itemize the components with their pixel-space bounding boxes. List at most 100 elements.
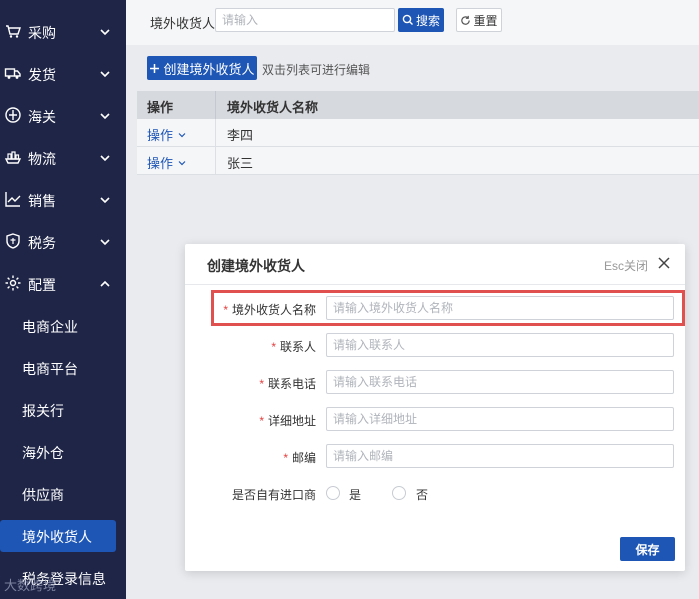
sidebar-item-label: 物流 (28, 151, 56, 167)
save-button[interactable]: 保存 (620, 537, 675, 561)
gear-icon (5, 275, 21, 291)
search-bar: 境外收货人 搜索 重置 (126, 0, 699, 45)
table-row[interactable]: 操作 张三 (137, 147, 699, 175)
sidebar-subitem-overseas-warehouse[interactable]: 海外仓 (0, 431, 126, 473)
sidebar-item-shipping[interactable]: 发货 (0, 53, 126, 95)
create-consignee-button[interactable]: 创建境外收货人 (147, 56, 257, 80)
field-label-own-importer: 是否自有进口商 (231, 488, 316, 502)
field-label-contact: * 联系人 (271, 338, 316, 355)
truck-icon (4, 68, 21, 79)
column-divider (215, 147, 216, 175)
sidebar-subitem-ecommerce-company[interactable]: 电商企业 (0, 305, 126, 347)
field-label-postcode: * 邮编 (283, 449, 316, 466)
search-label: 境外收货人 (150, 16, 216, 31)
address-input[interactable] (326, 407, 674, 431)
chevron-down-icon (100, 71, 110, 78)
chevron-down-icon (100, 29, 110, 36)
sidebar-item-label: 销售 (28, 193, 56, 209)
sidebar-item-label: 发货 (28, 67, 56, 83)
sidebar-subitem-ecommerce-platform[interactable]: 电商平台 (0, 347, 126, 389)
reset-button[interactable]: 重置 (456, 8, 502, 32)
field-label-phone: * 联系电话 (259, 375, 316, 392)
required-mark: * (271, 340, 276, 354)
sidebar-item-label: 税务 (28, 235, 56, 251)
field-label-text: 邮编 (291, 451, 316, 465)
postcode-input[interactable] (326, 444, 674, 468)
sidebar-subitem-label: 境外收货人 (22, 529, 92, 545)
search-button-label: 搜索 (415, 13, 440, 28)
chevron-down-icon (100, 155, 110, 162)
search-input[interactable] (215, 8, 395, 32)
dialog-title: 创建境外收货人 (207, 258, 305, 274)
sidebar-subitem-label: 电商平台 (22, 361, 78, 377)
sidebar-item-tax[interactable]: 税务 (0, 221, 126, 263)
sidebar-item-config[interactable]: 配置 (0, 263, 126, 305)
radio-no[interactable] (392, 486, 406, 500)
sidebar-subitem-customs-broker[interactable]: 报关行 (0, 389, 126, 431)
chevron-down-icon (100, 197, 110, 204)
field-label-text: 境外收货人名称 (231, 303, 316, 317)
table-header: 操作 境外收货人名称 (137, 91, 699, 119)
sidebar-subitem-label: 电商企业 (22, 319, 78, 335)
row-actions-dropdown[interactable]: 操作 (147, 153, 187, 172)
field-label-consignee-name: * 境外收货人名称 (223, 301, 316, 318)
shield-icon (6, 233, 20, 249)
chevron-down-icon (100, 113, 110, 120)
radio-yes[interactable] (326, 486, 340, 500)
chevron-up-icon (100, 280, 110, 287)
row-actions-label: 操作 (147, 156, 174, 171)
esc-close-hint: Esc关闭 (604, 259, 649, 273)
sidebar-subitem-label: 供应商 (22, 487, 64, 503)
toolbar: 创建境外收货人 双击列表可进行编辑 (126, 45, 699, 91)
sidebar-subitem-overseas-consignee[interactable]: 境外收货人 (0, 520, 116, 552)
table-row[interactable]: 操作 李四 (137, 119, 699, 147)
required-mark: * (259, 414, 264, 428)
radio-yes-label: 是 (349, 488, 362, 502)
edit-hint: 双击列表可进行编辑 (262, 63, 371, 77)
watermark: 大数跨境 (4, 578, 57, 593)
required-mark: * (283, 451, 288, 465)
row-actions-dropdown[interactable]: 操作 (147, 125, 187, 144)
close-icon[interactable] (657, 256, 671, 270)
chevron-down-icon (178, 160, 186, 165)
sidebar-item-sales[interactable]: 销售 (0, 179, 126, 221)
sidebar-item-logistics[interactable]: 物流 (0, 137, 126, 179)
consignee-name: 张三 (227, 156, 254, 171)
consignee-name-input[interactable] (326, 296, 674, 320)
chart-line-icon (5, 192, 21, 207)
sidebar-item-label: 采购 (28, 25, 56, 41)
search-icon (402, 14, 413, 25)
reset-button-label: 重置 (473, 13, 498, 28)
column-header-name: 境外收货人名称 (227, 100, 319, 115)
create-button-label: 创建境外收货人 (163, 61, 255, 77)
column-divider (215, 119, 216, 147)
sidebar-item-customs[interactable]: 海关 (0, 95, 126, 137)
radio-no-label: 否 (416, 488, 429, 502)
create-consignee-dialog: 创建境外收货人 Esc关闭 *境外收货人名称 *联系人 *联系电话 *详细地址 … (185, 244, 685, 571)
refresh-icon (461, 15, 471, 25)
phone-input[interactable] (326, 370, 674, 394)
field-label-text: 联系人 (279, 340, 316, 354)
cart-icon (6, 25, 21, 38)
required-mark: * (223, 303, 228, 317)
row-actions-label: 操作 (147, 128, 174, 143)
required-mark: * (259, 377, 264, 391)
sidebar-item-label: 海关 (28, 109, 56, 125)
column-divider (215, 91, 216, 119)
contact-input[interactable] (326, 333, 674, 357)
sidebar: 采购 发货 海关 物流 销售 税务 配置 电商企业 电商平台 报关行 海外仓 供… (0, 0, 126, 599)
plus-icon (150, 63, 160, 73)
chevron-down-icon (178, 132, 186, 137)
sidebar-item-purchase[interactable]: 采购 (0, 11, 126, 53)
consignee-name: 李四 (227, 128, 254, 143)
dialog-divider (185, 284, 685, 285)
column-header-actions: 操作 (147, 100, 174, 115)
field-label-address: * 详细地址 (259, 412, 316, 429)
ship-icon (4, 151, 22, 164)
anchor-icon (5, 107, 21, 123)
chevron-down-icon (100, 239, 110, 246)
sidebar-subitem-supplier[interactable]: 供应商 (0, 473, 126, 515)
search-button[interactable]: 搜索 (398, 8, 444, 32)
field-label-text: 联系电话 (267, 377, 316, 391)
field-label-text: 详细地址 (267, 414, 316, 428)
